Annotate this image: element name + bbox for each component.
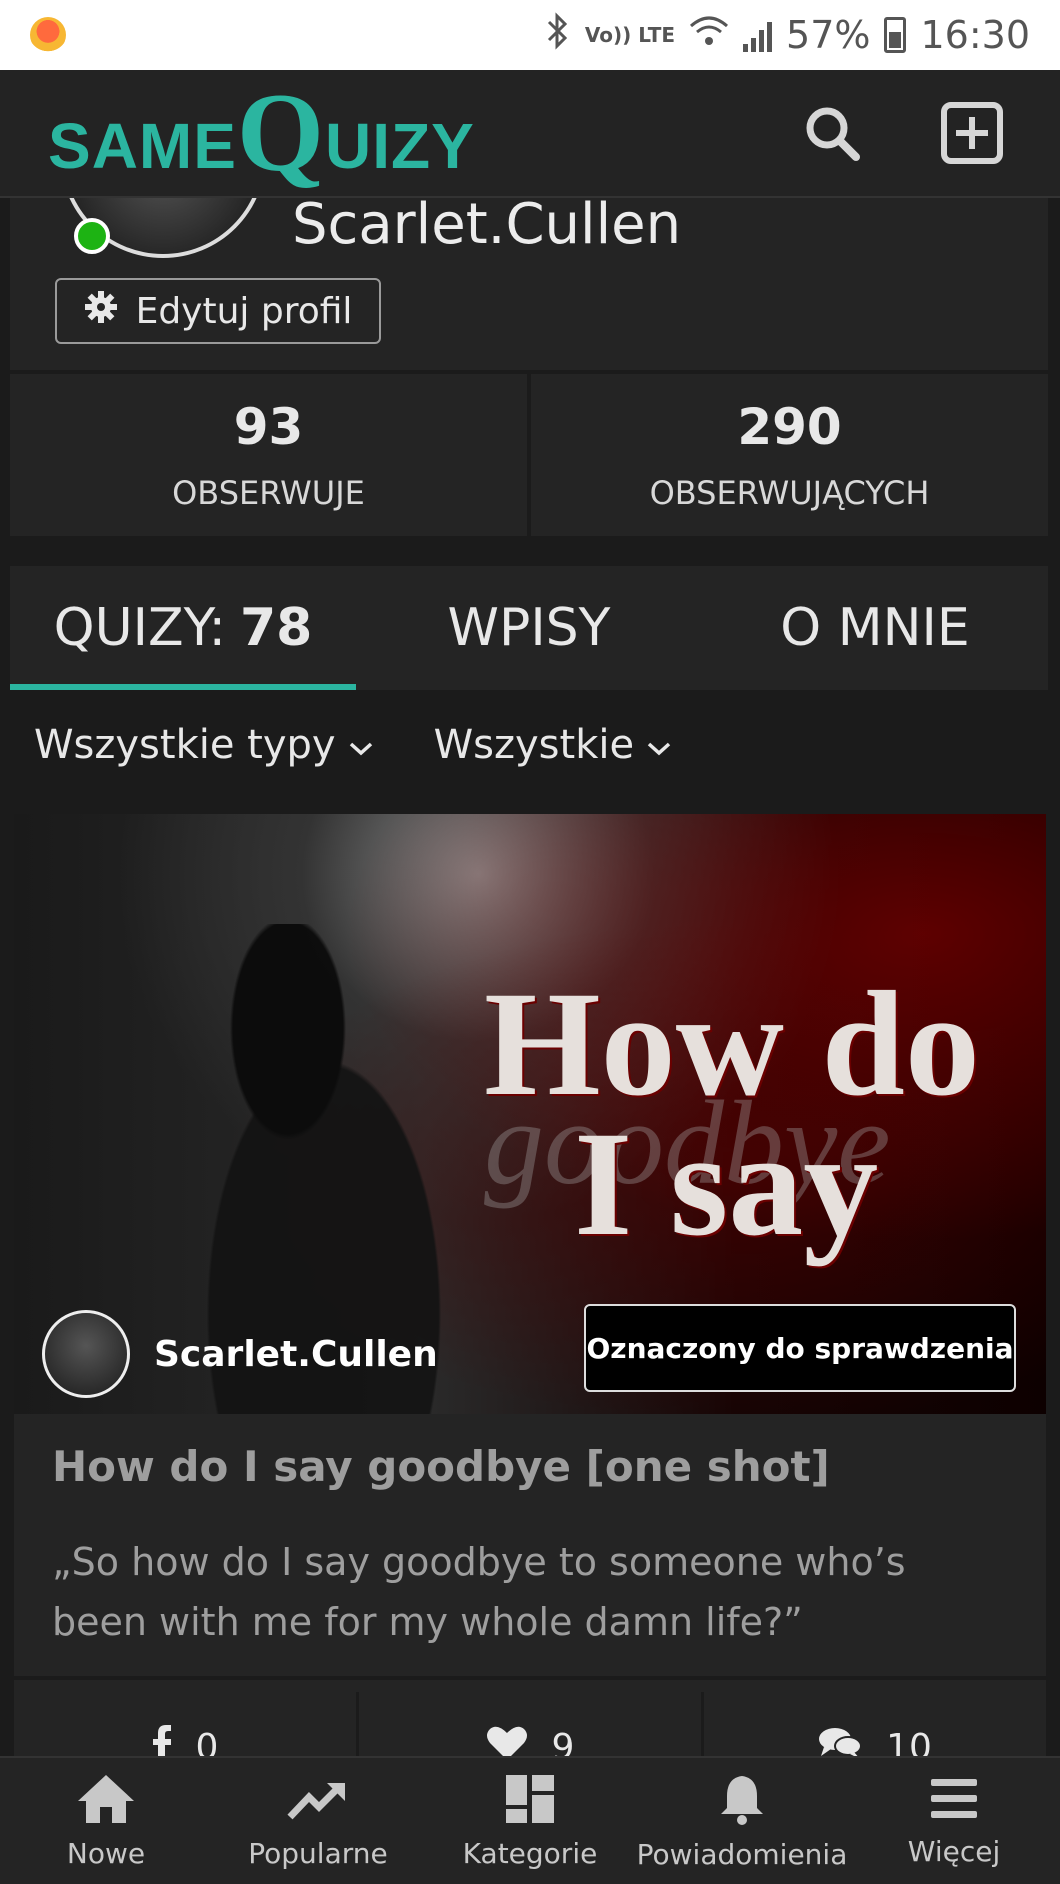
network-type: Vo)) LTE — [584, 23, 676, 47]
quiz-description: „So how do I say goodbye to someone who’… — [52, 1540, 906, 1644]
search-icon[interactable] — [802, 103, 862, 163]
quiz-filters: Wszystkie typy Wszystkie — [34, 722, 672, 768]
quiz-count: 78 — [239, 598, 313, 658]
nav-notifications[interactable]: Powiadomienia — [637, 1772, 847, 1871]
author-avatar[interactable] — [42, 1310, 130, 1398]
profile-name: Scarlet.Cullen — [292, 192, 682, 257]
nav-more[interactable]: Więcej — [849, 1775, 1059, 1868]
type-filter-dropdown[interactable]: Wszystkie typy — [34, 722, 374, 768]
battery-percent: 57% — [786, 13, 871, 57]
online-status-icon — [74, 218, 110, 254]
quiz-card[interactable]: goodbye How do I say Scarlet.Cullen Ozna… — [14, 814, 1046, 1884]
edit-profile-label: Edytuj profil — [135, 290, 353, 332]
quiz-title[interactable]: How do I say goodbye [one shot] — [52, 1442, 830, 1491]
tab-quizzes[interactable]: QUIZY: 78 — [10, 566, 356, 690]
chevron-down-icon — [348, 722, 374, 768]
bluetooth-icon — [545, 11, 571, 59]
app-header: SAME Q UIZY — [0, 70, 1060, 198]
clock: 16:30 — [920, 13, 1030, 57]
samequizy-logo[interactable]: SAME Q UIZY — [48, 77, 475, 189]
following-count: 93 — [233, 398, 304, 456]
following-stat[interactable]: 93 OBSERWUJE — [10, 374, 527, 536]
gear-icon — [84, 290, 118, 333]
bell-icon — [717, 1772, 767, 1830]
author-name[interactable]: Scarlet.Cullen — [154, 1334, 438, 1375]
notification-app-icon — [30, 17, 66, 53]
followers-stat[interactable]: 290 OBSERWUJĄCYCH — [531, 374, 1048, 536]
status-bar: Vo)) LTE 57% 16:30 — [0, 0, 1060, 70]
cover-title-text: How do I say — [484, 961, 980, 1267]
divider — [14, 1676, 1046, 1680]
profile-header: Scarlet.Cullen Edytuj profil — [10, 128, 1048, 372]
signal-icon — [743, 18, 773, 52]
wifi-icon — [689, 13, 729, 57]
chevron-down-icon — [646, 722, 672, 768]
quiz-author[interactable]: Scarlet.Cullen — [42, 1310, 438, 1398]
add-icon[interactable] — [940, 101, 1004, 165]
menu-icon — [929, 1775, 979, 1827]
review-flag-badge: Oznaczony do sprawdzenia — [584, 1304, 1016, 1392]
quiz-cover-image[interactable]: goodbye How do I say Scarlet.Cullen Ozna… — [14, 814, 1046, 1414]
nav-new[interactable]: Nowe — [1, 1773, 211, 1870]
followers-label: OBSERWUJĄCYCH — [649, 474, 930, 512]
follow-stats: 93 OBSERWUJE 290 OBSERWUJĄCYCH — [10, 374, 1048, 536]
profile-tabs: QUIZY: 78 WPISY O MNIE — [10, 566, 1048, 690]
battery-icon — [884, 17, 907, 53]
nav-popular[interactable]: Popularne — [213, 1773, 423, 1870]
scope-filter-dropdown[interactable]: Wszystkie — [434, 722, 672, 768]
grid-icon — [504, 1773, 556, 1829]
trending-icon — [287, 1773, 349, 1829]
tab-about-me[interactable]: O MNIE — [702, 566, 1048, 690]
bottom-navigation: Nowe Popularne Kategorie Powiadomienia W… — [0, 1756, 1060, 1884]
followers-count: 290 — [737, 398, 842, 456]
edit-profile-button[interactable]: Edytuj profil — [55, 278, 381, 344]
tab-posts[interactable]: WPISY — [356, 566, 702, 690]
home-icon — [76, 1773, 136, 1829]
nav-categories[interactable]: Kategorie — [425, 1773, 635, 1870]
following-label: OBSERWUJE — [172, 474, 365, 512]
